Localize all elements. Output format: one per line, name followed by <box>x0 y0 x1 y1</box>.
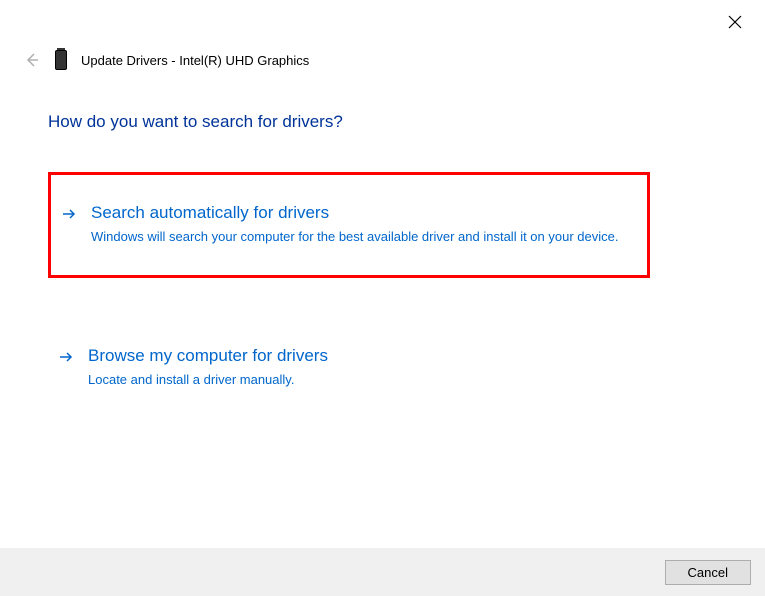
arrow-right-icon <box>58 349 76 367</box>
header: Update Drivers - Intel(R) UHD Graphics <box>23 50 309 70</box>
option-description: Windows will search your computer for th… <box>91 227 637 247</box>
option-title: Search automatically for drivers <box>91 203 637 223</box>
back-arrow-icon <box>24 52 40 68</box>
arrow-right-icon <box>61 206 79 224</box>
option-description: Locate and install a driver manually. <box>88 370 640 390</box>
cancel-button[interactable]: Cancel <box>665 560 751 585</box>
option-browse-computer[interactable]: Browse my computer for drivers Locate an… <box>48 318 650 418</box>
close-button[interactable] <box>725 12 745 32</box>
option-title: Browse my computer for drivers <box>88 346 640 366</box>
window-title: Update Drivers - Intel(R) UHD Graphics <box>81 53 309 68</box>
device-icon <box>55 50 67 70</box>
footer: Cancel <box>0 548 765 596</box>
close-icon <box>728 15 742 29</box>
page-heading: How do you want to search for drivers? <box>48 112 343 132</box>
option-search-automatically[interactable]: Search automatically for drivers Windows… <box>48 172 650 278</box>
back-button <box>23 51 41 69</box>
